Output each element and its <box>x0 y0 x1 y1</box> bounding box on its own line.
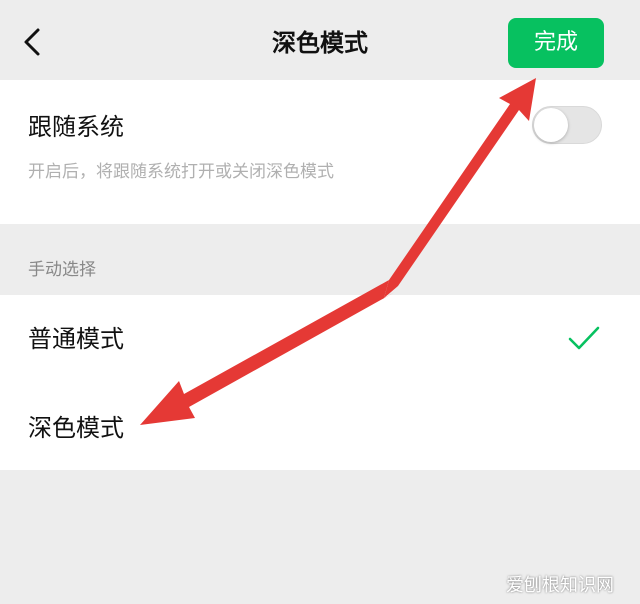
follow-system-toggle[interactable] <box>532 106 602 144</box>
navigation-bar: 深色模式 完成 <box>0 0 640 80</box>
option-label: 深色模式 <box>28 414 124 442</box>
follow-system-card: 跟随系统 开启后，将跟随系统打开或关闭深色模式 <box>0 80 640 224</box>
done-button[interactable]: 完成 <box>508 18 604 68</box>
manual-section-label: 手动选择 <box>28 260 96 280</box>
option-dark-mode[interactable]: 深色模式 <box>0 384 640 470</box>
option-label: 普通模式 <box>28 325 124 353</box>
option-normal-mode[interactable]: 普通模式 <box>0 295 640 381</box>
follow-system-description: 开启后，将跟随系统打开或关闭深色模式 <box>28 162 334 182</box>
manual-options-card: 普通模式 深色模式 <box>0 295 640 470</box>
follow-system-label: 跟随系统 <box>28 113 124 141</box>
toggle-knob <box>534 108 568 142</box>
watermark: 爱刨根知识网 <box>506 575 614 596</box>
checkmark-icon <box>568 326 600 350</box>
